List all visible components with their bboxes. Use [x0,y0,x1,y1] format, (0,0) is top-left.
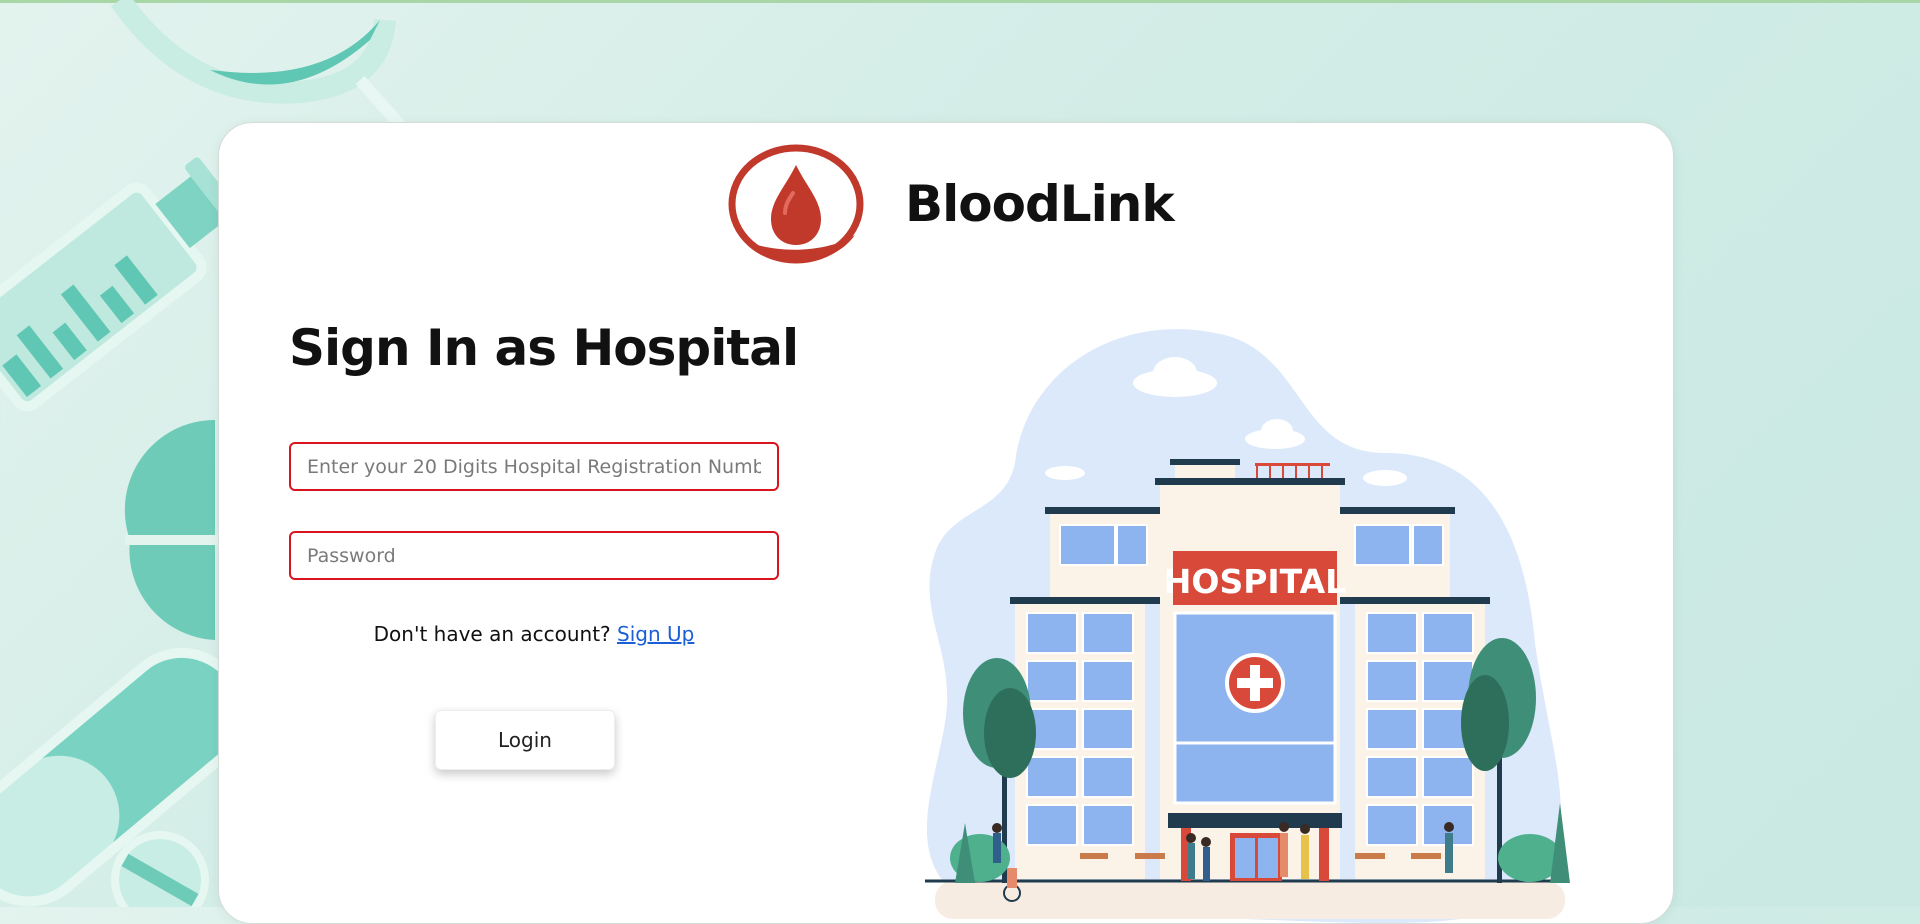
pill-icon [124,419,218,640]
signup-prompt-row: Don't have an account? Sign Up [289,622,779,646]
signup-prompt-text: Don't have an account? [373,622,611,646]
blood-drop-hand-icon [728,144,864,264]
hospital-building-illustration: HOSPITAL [925,329,1570,923]
signup-link[interactable]: Sign Up [617,622,694,646]
brand-name: BloodLink [905,175,1175,233]
password-input[interactable] [289,531,779,580]
pill-icon [111,831,209,907]
hospital-sign-text: HOSPITAL [1164,562,1346,601]
login-button[interactable]: Login [435,710,615,770]
login-card: BloodLink Sign In as Hospital Don't have… [218,122,1674,924]
brand-header: BloodLink [727,143,1175,265]
stethoscope-icon [110,0,405,129]
registration-number-input[interactable] [289,442,779,491]
page-title: Sign In as Hospital [289,319,799,377]
